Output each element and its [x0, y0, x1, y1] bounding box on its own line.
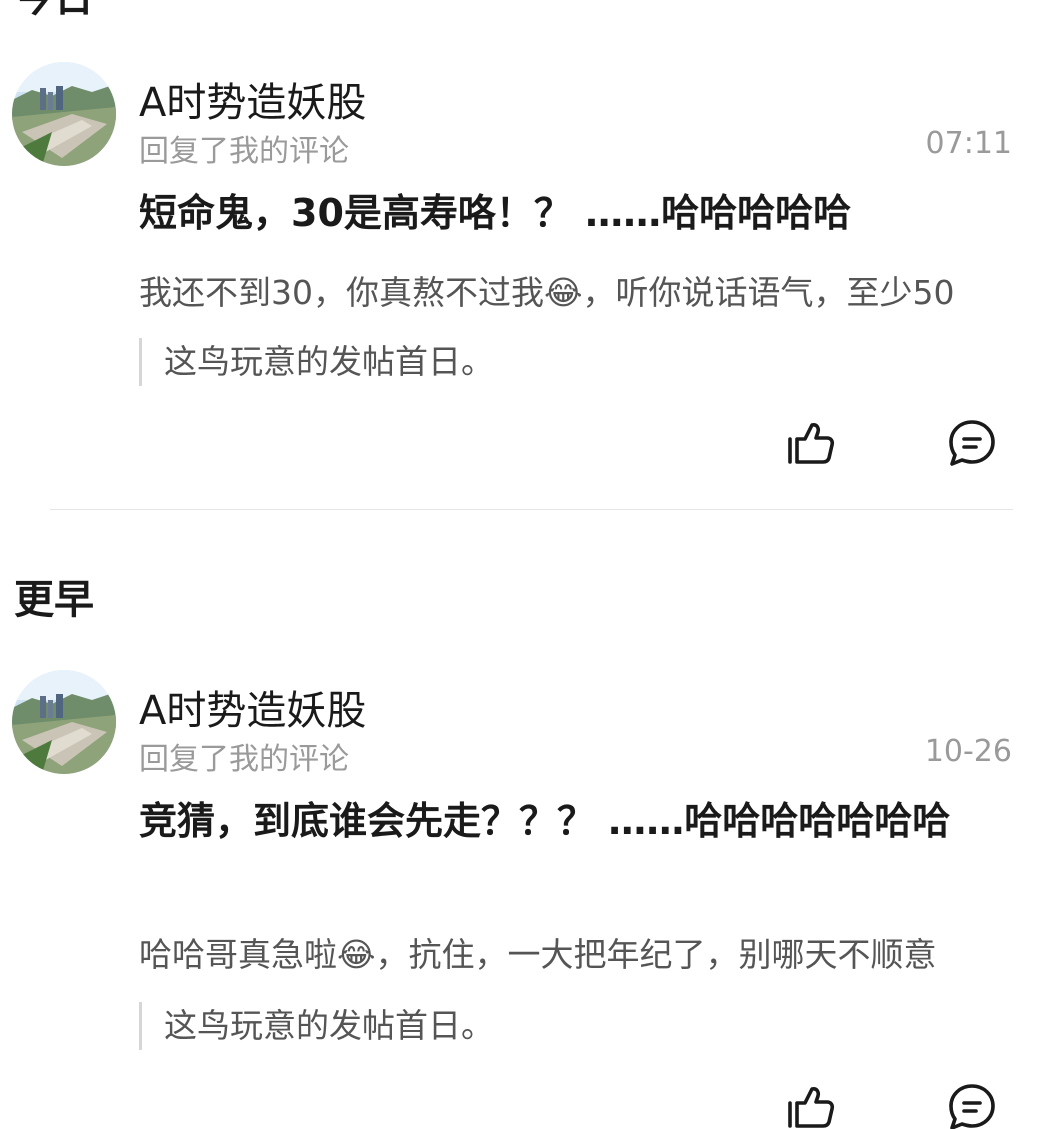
action-text: 回复了我的评论 — [139, 134, 349, 169]
comment-bubble-icon — [949, 420, 995, 466]
timestamp: 07:11 — [925, 126, 1012, 161]
username[interactable]: A时势造妖股 — [139, 70, 366, 128]
quoted-comment[interactable]: 哈哈哥真急啦😂，抗住，一大把年纪了，别哪天不顺意 — [139, 928, 1013, 976]
action-text: 回复了我的评论 — [139, 742, 349, 777]
like-button[interactable] — [784, 417, 836, 469]
avatar[interactable] — [12, 62, 116, 166]
avatar[interactable] — [12, 670, 116, 774]
like-button[interactable] — [784, 1081, 836, 1129]
notification-page: 今日 A时势造妖股 回复了我的评论 07:11 短命鬼，30是高寿咯！？ ……哈… — [0, 0, 1043, 1129]
avatar-image — [12, 670, 116, 774]
avatar-image — [12, 62, 116, 166]
comment-bubble-icon — [949, 1084, 995, 1129]
thumbs-up-icon — [788, 423, 835, 464]
section-title-today: 今日 — [14, 0, 94, 18]
quoted-comment[interactable]: 我还不到30，你真熬不过我😂，听你说话语气，至少50 — [139, 266, 1013, 314]
section-title-earlier: 更早 — [14, 577, 94, 623]
thumbs-up-icon — [788, 1087, 835, 1128]
post-reference[interactable]: 这鸟玩意的发帖首日。 — [139, 338, 494, 386]
username[interactable]: A时势造妖股 — [139, 678, 366, 736]
divider — [50, 509, 1013, 510]
reply-text[interactable]: 竞猜，到底谁会先走？？？ ……哈哈哈哈哈哈哈 — [139, 794, 1009, 848]
comment-button[interactable] — [946, 417, 998, 469]
reply-text[interactable]: 短命鬼，30是高寿咯！？ ……哈哈哈哈哈 — [139, 186, 1009, 240]
post-reference[interactable]: 这鸟玩意的发帖首日。 — [139, 1002, 494, 1050]
timestamp: 10-26 — [924, 734, 1012, 769]
comment-button[interactable] — [946, 1081, 998, 1129]
